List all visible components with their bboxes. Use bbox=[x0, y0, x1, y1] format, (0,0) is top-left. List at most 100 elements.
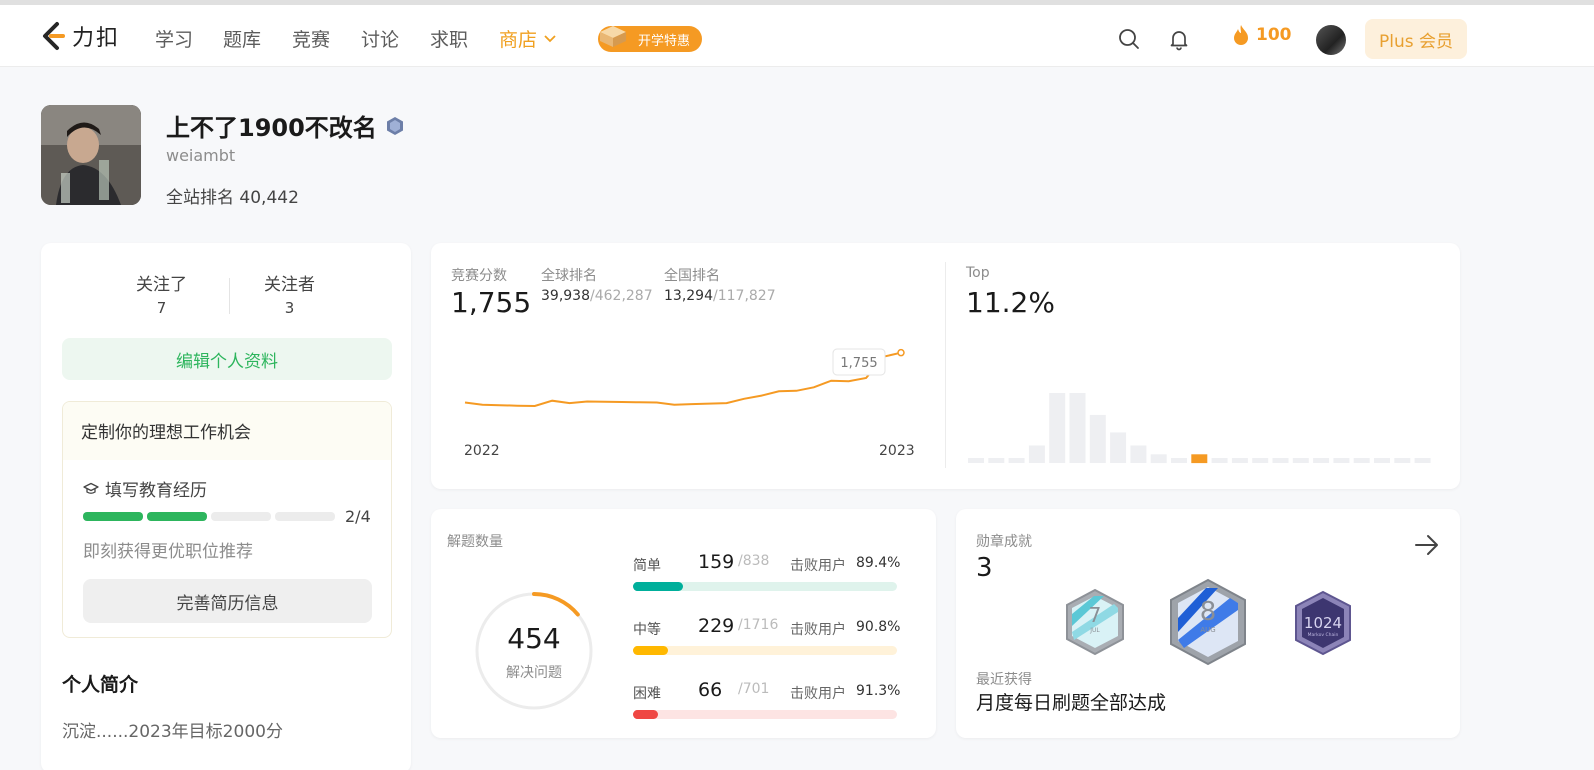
national-rank-label: 全国排名 bbox=[664, 268, 720, 284]
badge-1024-number: 1024 bbox=[1304, 614, 1342, 632]
distribution-bar[interactable] bbox=[1049, 393, 1066, 463]
distribution-bar[interactable] bbox=[1008, 458, 1025, 463]
followers-stat[interactable]: 关注者 3 bbox=[264, 270, 315, 317]
badge-1024-sub: Markov Chain bbox=[1308, 632, 1339, 638]
following-stat[interactable]: 关注了 7 bbox=[136, 270, 187, 317]
distribution-bar[interactable] bbox=[1394, 458, 1411, 463]
promo-label: 开学特惠 bbox=[637, 33, 690, 49]
avatar-photo bbox=[41, 105, 141, 205]
easy-progress-bar bbox=[633, 582, 897, 591]
top-percent-value: 11.2% bbox=[966, 286, 1055, 319]
job-progress-step bbox=[211, 512, 271, 521]
hard-total: /701 bbox=[738, 681, 770, 697]
solved-label: 解题数量 bbox=[447, 534, 503, 550]
badge-aug-month: AUG bbox=[1200, 626, 1215, 634]
leetcode-logo-icon bbox=[43, 22, 65, 50]
job-tip: 即刻获得更优职位推荐 bbox=[83, 542, 253, 562]
distribution-bar[interactable] bbox=[1313, 458, 1330, 463]
search-icon[interactable] bbox=[1117, 27, 1141, 51]
rating-distribution-chart[interactable] bbox=[968, 385, 1436, 465]
badge-aug-number: 8 bbox=[1200, 597, 1217, 627]
hard-progress-bar bbox=[633, 710, 897, 719]
complete-resume-label: 完善简历信息 bbox=[176, 593, 279, 614]
nav-item-discuss[interactable]: 讨论 bbox=[361, 25, 399, 52]
arrow-right-icon[interactable] bbox=[1413, 531, 1441, 559]
job-education-item[interactable]: 填写教育经历 bbox=[83, 476, 207, 501]
site-rank-value: 40,442 bbox=[239, 188, 299, 208]
hard-count: 66 bbox=[698, 679, 723, 701]
level-hexagon-icon bbox=[386, 116, 403, 135]
distribution-bar[interactable] bbox=[1333, 458, 1350, 463]
edit-profile-button[interactable]: 编辑个人资料 bbox=[62, 338, 392, 380]
nav-item-contest[interactable]: 竞赛 bbox=[292, 25, 330, 52]
streak-counter[interactable]: 100 bbox=[1232, 24, 1292, 46]
nav-item-problems[interactable]: 题库 bbox=[223, 25, 261, 52]
solved-progress-arc bbox=[532, 592, 580, 617]
hard-progress-fill bbox=[633, 710, 658, 719]
top-navbar: 力扣 学习 题库 竞赛 讨论 求职 商店 开学特惠 100 Plus 会员 bbox=[0, 5, 1594, 67]
distribution-bar[interactable] bbox=[1211, 458, 1228, 463]
medium-beat-label: 击败用户 bbox=[790, 622, 846, 638]
distribution-bar[interactable] bbox=[1191, 454, 1208, 464]
nav-item-store[interactable]: 商店 bbox=[499, 25, 557, 52]
distribution-bar[interactable] bbox=[1374, 458, 1390, 463]
distribution-bar[interactable] bbox=[1353, 458, 1370, 463]
badge-jul[interactable]: 7 JUL bbox=[1064, 588, 1126, 656]
distribution-bar[interactable] bbox=[988, 458, 1005, 463]
leetcode-logo[interactable]: 力扣 bbox=[40, 19, 120, 53]
complete-resume-button[interactable]: 完善简历信息 bbox=[83, 579, 372, 623]
bell-icon[interactable] bbox=[1167, 27, 1191, 51]
medium-label: 中等 bbox=[633, 622, 661, 638]
plus-member-button[interactable]: Plus 会员 bbox=[1365, 19, 1467, 59]
global-rank-total: /462,287 bbox=[590, 288, 653, 304]
rating-tooltip: 1,755 bbox=[832, 348, 886, 376]
global-rank-label: 全球排名 bbox=[541, 268, 597, 284]
distribution-bar[interactable] bbox=[1272, 458, 1289, 463]
job-progress-step bbox=[147, 512, 207, 521]
job-card: 定制你的理想工作机会 填写教育经历 2/4 即刻获得更优职位推荐 完善简历信息 bbox=[62, 401, 392, 638]
nav-item-learn[interactable]: 学习 bbox=[155, 25, 193, 52]
distribution-bar[interactable] bbox=[1231, 458, 1248, 463]
user-avatar[interactable] bbox=[1316, 25, 1346, 55]
top-percent-label: Top bbox=[966, 265, 990, 281]
distribution-bar[interactable] bbox=[1252, 458, 1269, 463]
nav-item-jobs[interactable]: 求职 bbox=[430, 25, 468, 52]
easy-progress-fill bbox=[633, 582, 684, 591]
store-label: 商店 bbox=[499, 29, 538, 51]
bio-text: 沉淀......2023年目标2000分 bbox=[62, 722, 283, 742]
distribution-bar[interactable] bbox=[1414, 458, 1431, 463]
distribution-bar[interactable] bbox=[1089, 414, 1106, 463]
rating-point-latest[interactable] bbox=[897, 348, 905, 357]
streak-value: 100 bbox=[1256, 25, 1292, 45]
chart-x-label-end: 2023 bbox=[879, 443, 915, 459]
edit-profile-label: 编辑个人资料 bbox=[176, 351, 278, 372]
hard-label: 困难 bbox=[633, 686, 661, 702]
job-education-label: 填写教育经历 bbox=[105, 481, 207, 501]
badge-1024[interactable]: 1024 Markov Chain bbox=[1293, 590, 1353, 656]
distribution-bar[interactable] bbox=[1150, 454, 1167, 464]
job-progress-text: 2/4 bbox=[345, 507, 371, 526]
distribution-bar[interactable] bbox=[968, 458, 984, 463]
job-progress-step bbox=[275, 512, 335, 521]
distribution-bar[interactable] bbox=[1292, 458, 1309, 463]
badges-label: 勋章成就 bbox=[976, 534, 1032, 550]
site-rank: 全站排名 40,442 bbox=[166, 183, 299, 208]
easy-total: /838 bbox=[738, 553, 770, 569]
badge-aug[interactable]: 8 AUG bbox=[1168, 578, 1248, 666]
plus-label: Plus 会员 bbox=[1378, 31, 1453, 52]
profile-name-text: 上不了1900不改名 bbox=[166, 114, 377, 142]
distribution-bar[interactable] bbox=[1171, 458, 1187, 463]
global-rank-value: 39,938 bbox=[541, 288, 590, 304]
followers-label: 关注者 bbox=[264, 275, 315, 295]
chart-x-label-start: 2022 bbox=[464, 443, 500, 459]
distribution-bar[interactable] bbox=[1110, 432, 1127, 463]
contest-score-label: 竞赛分数 bbox=[451, 268, 507, 284]
hard-beat-label: 击败用户 bbox=[790, 686, 846, 702]
chevron-down-icon bbox=[544, 34, 556, 42]
national-rank-value: 13,294 bbox=[664, 288, 713, 304]
solved-total: 454 bbox=[507, 622, 561, 655]
distribution-bar[interactable] bbox=[1028, 445, 1045, 464]
rating-line-chart[interactable]: 1,755 bbox=[451, 340, 931, 440]
distribution-bar[interactable] bbox=[1130, 445, 1147, 464]
distribution-bar[interactable] bbox=[1069, 393, 1086, 463]
